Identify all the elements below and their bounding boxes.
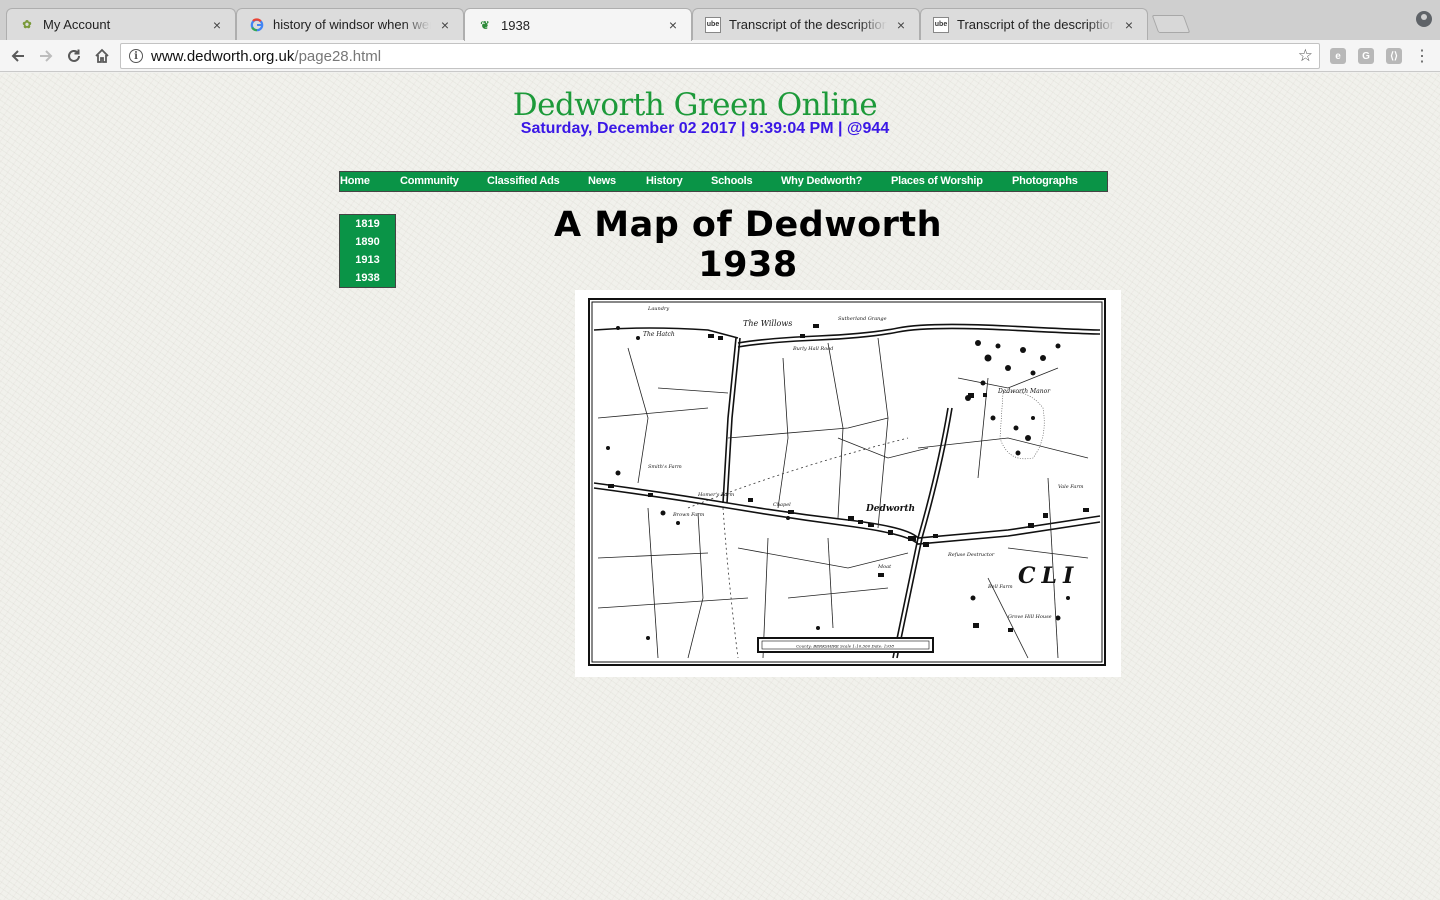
close-icon[interactable]: × (665, 17, 681, 33)
map-label-burly-hall: Burly Hall Road (792, 346, 833, 352)
tab-1938[interactable]: ❦ 1938 × (464, 8, 692, 41)
reload-icon[interactable] (62, 44, 86, 68)
back-arrow-icon[interactable] (6, 44, 30, 68)
nav-photographs[interactable]: Photographs (1012, 175, 1078, 187)
info-icon[interactable]: i (129, 49, 143, 63)
nav-news[interactable]: News (588, 175, 616, 187)
close-icon[interactable]: × (893, 17, 909, 33)
google-g-icon (249, 17, 265, 33)
code-extension-icon[interactable]: ⟨⟩ (1386, 48, 1402, 64)
map-label-refuse: Refuse Destructor (947, 552, 995, 558)
page-heading: A Map of Dedworth 1938 (553, 205, 943, 285)
tab-strip: ✿ My Account × history of windsor when w… (0, 0, 1440, 41)
map-label-bell-farm: Bell Farm (987, 584, 1013, 590)
leaf-favicon-icon: ✿ (22, 19, 32, 31)
map-label-clewer: CLI (1018, 563, 1079, 589)
map-label-sutherland: Sutherland Grange (838, 316, 887, 322)
map-label-brown-farm: Brown Farm (672, 512, 705, 518)
map-label-homers: Homer's Farm (697, 492, 734, 498)
year-menu: 1819 1890 1913 1938 (339, 214, 396, 288)
nav-why-dedworth[interactable]: Why Dedworth? (781, 175, 862, 187)
tab-my-account[interactable]: ✿ My Account × (6, 8, 236, 40)
tab-title: history of windsor when were (273, 17, 431, 32)
bookmark-star-icon[interactable]: ☆ (1298, 46, 1313, 66)
browser-toolbar: i www.dedworth.org.uk/page28.html ☆ e G … (0, 40, 1440, 72)
nav-places-of-worship[interactable]: Places of Worship (891, 175, 983, 187)
site-title: Dedworth Green Online (0, 87, 1390, 123)
menu-dots-icon[interactable]: ⋮ (1410, 44, 1434, 68)
map-label-vale-farm: Vale Farm (1058, 484, 1084, 490)
tab-title: My Account (43, 17, 203, 32)
map-scale-caption: County: BERKSHIRE Scale 1:10,560 Date: 1… (796, 644, 894, 649)
year-link-1938[interactable]: 1938 (340, 269, 395, 287)
dedworth-favicon-icon: ❦ (480, 19, 490, 32)
site-title-text: Dedworth Green Online (512, 87, 878, 123)
new-tab-button[interactable] (1151, 15, 1191, 33)
close-icon[interactable]: × (209, 17, 225, 33)
year-link-1913[interactable]: 1913 (340, 251, 395, 269)
map-label-smiths: Smith's Farm (648, 464, 682, 470)
page-content: Dedworth Green Online Saturday, December… (0, 73, 1440, 900)
map-frame: The Willows Sutherland Grange The Hatch … (575, 290, 1121, 677)
year-link-1819[interactable]: 1819 (340, 215, 395, 233)
url-path: /page28.html (294, 47, 382, 65)
tab-transcript-1[interactable]: ube Transcript of the description f × (692, 8, 920, 40)
ube-favicon-icon: ube (705, 16, 721, 33)
nav-home[interactable]: Home (340, 175, 370, 187)
map-label-moat: Moat (877, 564, 892, 570)
address-bar[interactable]: i www.dedworth.org.uk/page28.html ☆ (120, 43, 1320, 69)
year-link-1890[interactable]: 1890 (340, 233, 395, 251)
map-label-dedworth: Dedworth (865, 504, 915, 514)
datetime-line: Saturday, December 02 2017 | 9:39:04 PM … (520, 120, 890, 137)
main-nav: Home Community Classified Ads News Histo… (339, 171, 1108, 192)
map-label-willows: The Willows (743, 319, 792, 328)
tab-history-windsor[interactable]: history of windsor when were × (236, 8, 464, 40)
tab-title: Transcript of the description f (729, 17, 887, 32)
map-label-chapel: Chapel (773, 502, 791, 508)
map-label-dedworth-manor: Dedworth Manor (997, 388, 1051, 395)
tab-transcript-2[interactable]: ube Transcript of the description f × (920, 8, 1148, 40)
forward-arrow-icon[interactable] (34, 44, 58, 68)
close-icon[interactable]: × (437, 17, 453, 33)
ube-favicon-icon: ube (933, 16, 949, 33)
nav-history[interactable]: History (646, 175, 683, 187)
map-label-hatch: The Hatch (643, 331, 675, 338)
url-host: www.dedworth.org.uk (151, 47, 295, 65)
map-label-grove-hill: Grove Hill House (1008, 614, 1052, 620)
nav-classified-ads[interactable]: Classified Ads (487, 175, 560, 187)
tab-title: 1938 (501, 17, 659, 33)
dedworth-1938-map: The Willows Sutherland Grange The Hatch … (588, 298, 1106, 666)
close-icon[interactable]: × (1121, 17, 1137, 33)
grammarly-extension-icon[interactable]: G (1358, 48, 1374, 64)
profile-icon[interactable] (1416, 11, 1432, 27)
map-label-laundry: Laundry (647, 306, 669, 312)
extension-icon[interactable]: e (1330, 48, 1346, 64)
nav-community[interactable]: Community (400, 175, 459, 187)
home-icon[interactable] (90, 44, 114, 68)
tab-title: Transcript of the description f (957, 17, 1115, 32)
nav-schools[interactable]: Schools (711, 175, 753, 187)
